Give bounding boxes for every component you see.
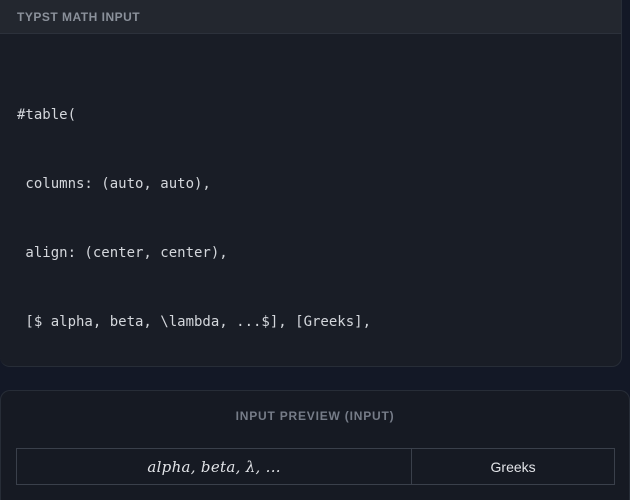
typst-code-block: #table( columns: (auto, auto), align: (c… — [0, 34, 621, 367]
preview-table: alpha, beta, λ, ... Greeks — [16, 448, 615, 485]
preview-table-cell-math: alpha, beta, λ, ... — [17, 449, 412, 484]
page: TYPST MATH INPUT #table( columns: (auto,… — [0, 0, 630, 500]
typst-input-card-header: TYPST MATH INPUT — [0, 0, 621, 34]
preview-table-cell-greeks: Greeks — [412, 449, 614, 484]
typst-input-card-title: TYPST MATH INPUT — [17, 10, 140, 24]
code-line: align: (center, center), — [17, 242, 604, 265]
typst-input-card: TYPST MATH INPUT #table( columns: (auto,… — [0, 0, 622, 367]
code-line: #table( — [17, 104, 604, 127]
input-preview-label: INPUT PREVIEW (INPUT) — [1, 409, 629, 423]
input-preview-panel: INPUT PREVIEW (INPUT) alpha, beta, λ, ..… — [0, 390, 630, 500]
code-line: columns: (auto, auto), — [17, 173, 604, 196]
code-line: [$ alpha, beta, \lambda, ...$], [Greeks]… — [17, 311, 604, 334]
